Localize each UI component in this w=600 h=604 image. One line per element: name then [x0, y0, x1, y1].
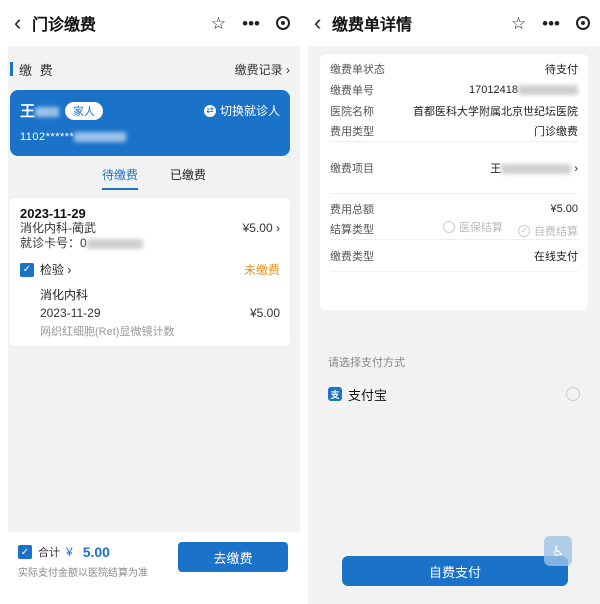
item-checkbox[interactable]: ✓ [20, 262, 34, 277]
hospital-label: 医院名称 [330, 105, 374, 118]
bill-detail-card: 缴费单状态 待支付 缴费单号 17012418 医院名称 首都医科大学附属北京世… [320, 54, 588, 310]
select-all-checkbox[interactable]: ✓ [18, 545, 32, 559]
bill-dept-doctor: 消化内科-蔺武 [20, 221, 96, 235]
target-icon[interactable] [576, 16, 590, 30]
pay-type-value: 在线支付 [534, 250, 578, 263]
fee-type-label: 费用类型 [330, 126, 374, 138]
more-icon[interactable]: ••• [542, 15, 560, 32]
section-header: 缴 费 缴费记录 › [8, 54, 300, 84]
alipay-label: 支付宝 [348, 387, 388, 403]
currency-symbol: ¥ [66, 545, 73, 559]
more-icon[interactable]: ••• [242, 15, 260, 32]
item-label[interactable]: 检验 › [40, 261, 71, 278]
fee-type-value: 门诊缴费 [534, 126, 578, 138]
switch-patient-label: 切换就诊人 [219, 104, 280, 118]
switch-icon: ⇄ [203, 104, 216, 117]
tab-unpaid[interactable]: 待缴费 [101, 166, 139, 190]
bill-date: 2023-11-29 [20, 206, 86, 221]
payment-tabs: 待缴费 已缴费 [8, 166, 300, 190]
page-title: 缴费单详情 [332, 17, 413, 34]
section-marker [10, 62, 13, 76]
alipay-icon: 支 [328, 387, 342, 401]
item-label: 缴费项目 [330, 162, 374, 175]
pay-method-label: 请选择支付方式 [328, 357, 405, 369]
alipay-option[interactable]: 支 支付宝 [328, 384, 584, 404]
number-label: 缴费单号 [330, 84, 374, 97]
patient-name: 王 [20, 100, 60, 121]
status-badge: 未缴费 [243, 263, 280, 277]
number-value: 17012418 [469, 84, 578, 96]
nav-bar: ‹ 缴费单详情 ☆ ••• [308, 0, 600, 46]
switch-patient-button[interactable]: ⇄ 切换就诊人 [203, 102, 280, 119]
sub-amount: ¥5.00 [249, 306, 280, 320]
id-number: 1102****** [20, 131, 280, 143]
left-screen: ‹ 门诊缴费 ☆ ••• 缴 费 缴费记录 › 王 家人 ⇄ 切换就诊人 110… [8, 0, 300, 604]
status-value: 待支付 [545, 63, 578, 76]
go-pay-button[interactable]: 去缴费 [178, 542, 288, 572]
patient-card: 王 家人 ⇄ 切换就诊人 1102****** [10, 90, 290, 156]
total-value: ¥5.00 [550, 202, 578, 215]
relation-badge: 家人 [65, 101, 104, 120]
right-screen: ‹ 缴费单详情 ☆ ••• 缴费单状态 待支付 缴费单号 17012418 医院… [308, 0, 600, 604]
settle-label: 结算类型 [330, 224, 374, 236]
pay-type-label: 缴费类型 [330, 250, 374, 263]
target-icon[interactable] [276, 16, 290, 30]
bill-amount: ¥5.00 › [242, 221, 280, 235]
self-pay-button[interactable]: 自费支付 [342, 556, 568, 586]
sub-description: 网织红细胞(Ret)显微镜计数 [40, 326, 175, 338]
page-title: 门诊缴费 [32, 17, 97, 34]
back-icon[interactable]: ‹ [14, 12, 30, 34]
settlement-note: 实际支付金额以医院结算为准 [18, 568, 148, 579]
sub-date: 2023-11-29 [40, 306, 101, 320]
radio-check-icon: ✓ [518, 224, 530, 237]
section-title: 缴 费 [19, 62, 55, 78]
self-pay-option[interactable]: ✓ 自费结算 [518, 223, 578, 239]
status-label: 缴费单状态 [330, 63, 385, 76]
medical-insurance-option[interactable]: 医保结算 [442, 219, 503, 235]
total-label: 费用总额 [330, 203, 374, 216]
nav-bar: ‹ 门诊缴费 ☆ ••• [8, 0, 300, 46]
card-number: 就诊卡号：0 [20, 236, 143, 251]
back-icon[interactable]: ‹ [314, 12, 330, 34]
tab-paid[interactable]: 已缴费 [170, 166, 206, 190]
total-value: 5.00 [82, 544, 110, 560]
star-icon[interactable]: ☆ [211, 15, 226, 32]
radio-icon [442, 221, 455, 234]
bill-card[interactable]: 2023-11-29 消化内科-蔺武 ¥5.00 › 就诊卡号：0 ✓ 检验 ›… [10, 198, 290, 346]
alipay-radio[interactable] [566, 387, 580, 401]
total-label: 合计 [38, 547, 60, 559]
item-value: 王 › [490, 162, 578, 175]
hospital-value: 首都医科大学附属北京世纪坛医院 [413, 105, 578, 118]
bottom-bar: ✓ 合计 ¥ 5.00 实际支付金额以医院结算为准 去缴费 [8, 532, 300, 604]
floating-assistant-icon[interactable]: ♿ [544, 536, 572, 566]
fee-item-row[interactable]: 缴费项目 王 › [330, 142, 578, 194]
payment-record-link[interactable]: 缴费记录 › [235, 61, 290, 78]
sub-dept: 消化内科 [40, 288, 89, 302]
star-icon[interactable]: ☆ [511, 15, 526, 32]
